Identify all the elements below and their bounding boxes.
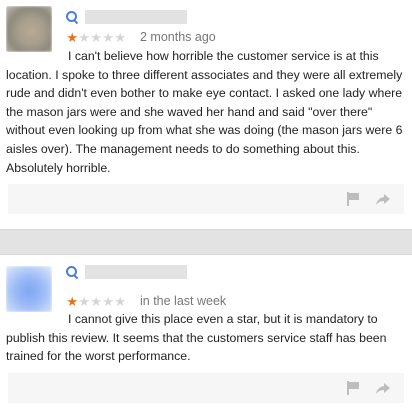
review-meta: ★ ★ ★ ★ ★ 2 months ago bbox=[66, 29, 216, 45]
star-icon-empty: ★ bbox=[114, 29, 126, 45]
review-meta: ★ ★ ★ ★ ★ in the last week bbox=[66, 293, 226, 309]
reviewer-name-row[interactable] bbox=[66, 264, 187, 280]
star-icon-filled: ★ bbox=[66, 293, 78, 309]
avatar[interactable] bbox=[6, 6, 52, 52]
review-date: in the last week bbox=[140, 294, 227, 308]
review-action-bar bbox=[8, 373, 404, 403]
review-text-content: I can't believe how horrible the custome… bbox=[6, 49, 403, 175]
review-text: I can't believe how horrible the custome… bbox=[6, 47, 406, 177]
search-icon bbox=[66, 265, 79, 279]
star-icon-empty: ★ bbox=[90, 29, 102, 45]
star-icon-empty: ★ bbox=[102, 293, 114, 309]
review-text-content: I cannot give this place even a star, bu… bbox=[6, 312, 387, 364]
star-icon-empty: ★ bbox=[78, 29, 90, 45]
review-action-bar bbox=[8, 184, 404, 214]
avatar[interactable] bbox=[6, 266, 52, 312]
reviewer-name-row[interactable] bbox=[66, 9, 187, 25]
star-rating: ★ ★ ★ ★ ★ bbox=[66, 295, 126, 308]
star-rating: ★ ★ ★ ★ ★ bbox=[66, 31, 126, 44]
star-icon-empty: ★ bbox=[78, 293, 90, 309]
review-text: I cannot give this place even a star, bu… bbox=[6, 310, 406, 366]
star-icon-empty: ★ bbox=[114, 293, 126, 309]
flag-icon[interactable] bbox=[346, 192, 360, 206]
review-date: 2 months ago bbox=[140, 30, 216, 44]
search-icon bbox=[66, 10, 79, 24]
share-icon[interactable] bbox=[375, 191, 391, 207]
flag-icon[interactable] bbox=[346, 381, 360, 395]
star-icon-empty: ★ bbox=[90, 293, 102, 309]
reviewer-name-redacted[interactable] bbox=[85, 10, 187, 24]
reviewer-name-redacted[interactable] bbox=[85, 265, 187, 279]
review-card: ★ ★ ★ ★ ★ 2 months ago I can't believe h… bbox=[0, 0, 412, 229]
share-icon[interactable] bbox=[375, 380, 391, 396]
review-separator bbox=[0, 229, 412, 255]
star-icon-empty: ★ bbox=[102, 29, 114, 45]
star-icon-filled: ★ bbox=[66, 29, 78, 45]
